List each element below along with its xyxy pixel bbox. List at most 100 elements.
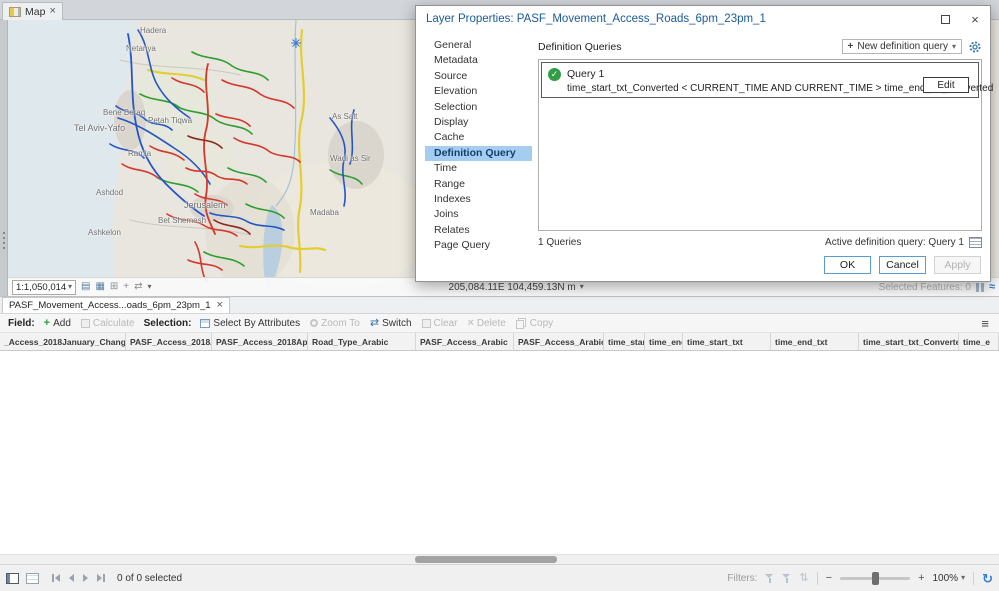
swap-icon[interactable]: ⇄: [134, 282, 142, 292]
query-item[interactable]: ✓ Query 1 time_start_txt_Converted < CUR…: [541, 62, 979, 98]
chevron-down-icon[interactable]: ▾: [148, 283, 152, 291]
table-header-row: _Access_2018January_ChangesPASF_Access_2…: [0, 333, 999, 351]
dialog-nav-item[interactable]: Indexes: [425, 192, 532, 207]
dialog-nav-item[interactable]: Definition Query: [425, 146, 532, 161]
dialog-nav-item[interactable]: Joins: [425, 207, 532, 222]
add-overlay-icon[interactable]: +: [123, 282, 129, 292]
zoom-slider[interactable]: [840, 577, 910, 580]
grid-select-icon[interactable]: ▤: [81, 282, 90, 292]
dialog-nav-item[interactable]: Elevation: [425, 84, 532, 99]
switch-selection-button[interactable]: ⇄ Switch: [370, 318, 412, 329]
scrollbar-thumb[interactable]: [415, 556, 557, 563]
add-field-button[interactable]: + Add: [44, 318, 71, 329]
close-dialog-button[interactable]: ×: [960, 7, 990, 31]
map-marker-icon: [291, 38, 301, 48]
map-place-label: Bene Beraq: [103, 108, 145, 117]
next-record-icon[interactable]: [83, 574, 88, 582]
active-query-label: Active definition query: Query 1: [825, 237, 964, 248]
cancel-button[interactable]: Cancel: [879, 256, 926, 274]
table-view-icon[interactable]: [6, 573, 19, 584]
filter-icon[interactable]: [765, 573, 774, 583]
edit-query-button[interactable]: Edit: [923, 77, 969, 93]
refresh-map-icon[interactable]: ≈: [989, 282, 995, 293]
dialog-nav-item[interactable]: Display: [425, 115, 532, 130]
dialog-nav-item[interactable]: Selection: [425, 100, 532, 115]
attribute-table-tab-label: PASF_Movement_Access...oads_6pm_23pm_1: [9, 300, 211, 311]
divider: [973, 572, 974, 585]
column-header[interactable]: time_start_txt_Converted: [859, 333, 959, 350]
left-dock-handle[interactable]: [0, 20, 8, 296]
table-body[interactable]: [0, 351, 999, 554]
sort-icon[interactable]: ⇅: [799, 573, 808, 584]
dialog-nav-item[interactable]: Range: [425, 177, 532, 192]
zoom-in-icon[interactable]: +: [918, 573, 924, 584]
map-icon: [9, 7, 21, 17]
dialog-nav-item[interactable]: General: [425, 38, 532, 53]
map-place-label: Wadi as Sir: [330, 154, 371, 163]
dialog-nav-item[interactable]: Relates: [425, 223, 532, 238]
dialog-nav-item[interactable]: Metadata: [425, 53, 532, 68]
grid-icon[interactable]: ▦: [95, 282, 104, 292]
horizontal-scrollbar[interactable]: [0, 554, 999, 564]
table-layout-icon[interactable]: [26, 573, 39, 584]
new-definition-query-button[interactable]: + New definition query ▾: [842, 39, 962, 54]
column-header[interactable]: time_end_txt: [771, 333, 859, 350]
ok-button[interactable]: OK: [824, 256, 871, 274]
refresh-icon[interactable]: ↻: [982, 572, 993, 585]
dialog-nav-item[interactable]: Page Query: [425, 238, 532, 253]
zoom-to-button[interactable]: Zoom To: [310, 318, 360, 329]
layout-icon[interactable]: ⊞: [110, 282, 118, 292]
table-menu-icon[interactable]: ≡: [981, 317, 989, 330]
first-record-icon[interactable]: [52, 574, 60, 582]
maximize-button[interactable]: [930, 7, 960, 31]
attribute-table-tab[interactable]: PASF_Movement_Access...oads_6pm_23pm_1 ×: [2, 297, 230, 313]
close-table-tab-icon[interactable]: ×: [217, 300, 223, 311]
column-header[interactable]: time_start: [604, 333, 645, 350]
zoom-level-select[interactable]: 100% ▾: [933, 573, 966, 584]
map-place-label: Jerusalem: [184, 200, 226, 210]
dialog-nav-item[interactable]: Time: [425, 161, 532, 176]
column-header[interactable]: time_end: [645, 333, 683, 350]
select-by-attributes-button[interactable]: Select By Attributes: [200, 318, 300, 329]
column-header[interactable]: PASF_Access_2018April_Changes: [212, 333, 308, 350]
column-header[interactable]: _Access_2018January_Changes: [0, 333, 126, 350]
dialog-titlebar[interactable]: Layer Properties: PASF_Movement_Access_R…: [416, 6, 990, 32]
copy-button[interactable]: Copy: [516, 318, 553, 329]
gear-icon[interactable]: [968, 40, 982, 54]
pause-icon[interactable]: [976, 283, 984, 292]
column-header[interactable]: Road_Type_Arabic: [308, 333, 416, 350]
magnifier-icon: [310, 319, 318, 327]
divider: [817, 572, 818, 585]
map-place-label: Ashdod: [96, 188, 123, 197]
definition-query-page: Definition Queries + New definition quer…: [538, 38, 982, 247]
map-scale-select[interactable]: 1:1,050,014 ▾: [12, 280, 76, 295]
dialog-nav-list: GeneralMetadataSourceElevationSelectionD…: [425, 38, 532, 253]
selection-count: 0 of 0 selected: [117, 573, 182, 584]
calculate-button[interactable]: Calculate: [81, 318, 135, 329]
table-statusbar: 0 of 0 selected Filters: ⇅ − + 100% ▾ ↻: [0, 564, 999, 591]
table-tab-strip: PASF_Movement_Access...oads_6pm_23pm_1 ×: [0, 297, 999, 314]
map-coordinates-readout[interactable]: 205,084.11E 104,459.13N m ▾: [449, 282, 584, 293]
selection-group-label: Selection:: [144, 318, 192, 329]
column-header[interactable]: time_e: [959, 333, 999, 350]
dialog-nav-item[interactable]: Cache: [425, 130, 532, 145]
close-map-tab-icon[interactable]: ×: [49, 6, 55, 17]
previous-record-icon[interactable]: [69, 574, 74, 582]
delete-selection-button[interactable]: × Delete: [467, 318, 505, 329]
layer-properties-dialog: Layer Properties: PASF_Movement_Access_R…: [415, 5, 991, 282]
column-header[interactable]: time_start_txt: [683, 333, 771, 350]
chevron-down-icon: ▾: [68, 283, 72, 291]
column-header[interactable]: PASF_Access_Arabic1: [514, 333, 604, 350]
sql-icon[interactable]: [969, 237, 982, 248]
filter-table-icon[interactable]: [782, 573, 791, 583]
clear-selection-button[interactable]: Clear: [422, 318, 458, 329]
zoom-slider-thumb[interactable]: [872, 572, 879, 585]
column-header[interactable]: PASF_Access_2018April: [126, 333, 212, 350]
last-record-icon[interactable]: [97, 574, 105, 582]
column-header[interactable]: PASF_Access_Arabic: [416, 333, 514, 350]
attribute-table-panel: PASF_Movement_Access...oads_6pm_23pm_1 ×…: [0, 296, 999, 591]
map-view-tab[interactable]: Map ×: [2, 2, 63, 20]
zoom-out-icon[interactable]: −: [826, 573, 832, 584]
apply-button[interactable]: Apply: [934, 256, 981, 274]
dialog-nav-item[interactable]: Source: [425, 69, 532, 84]
